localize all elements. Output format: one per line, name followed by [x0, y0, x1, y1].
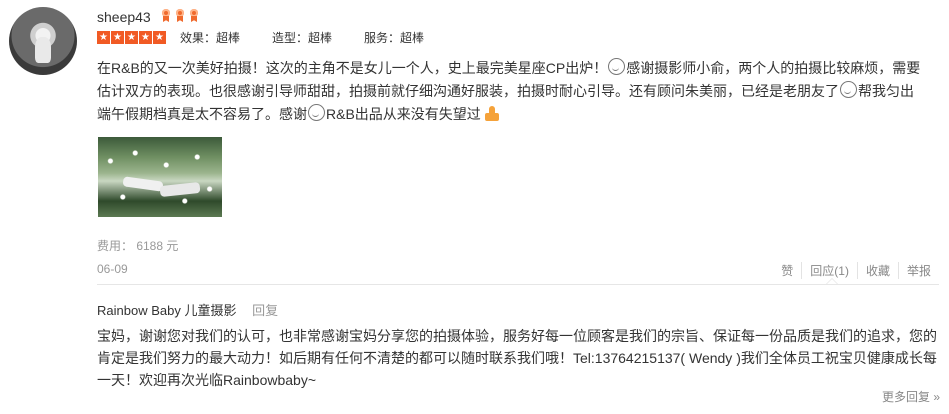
reply-button[interactable]: 回复 — [252, 303, 278, 318]
like-button[interactable]: 赞 — [773, 262, 801, 279]
review-text: 在R&B的又一次美好拍摄！这次的主角不是女儿一个人，史上最完美星座CP出炉！ 感谢… — [97, 57, 927, 126]
more-replies-link[interactable]: 更多回复 » — [882, 388, 940, 405]
score-effect: 效果：超棒 — [180, 30, 241, 45]
star-icon: ★ — [153, 30, 166, 44]
star-icon: ★ — [97, 30, 110, 44]
review-actions: 赞 回应(1) 收藏 举报 — [773, 262, 939, 279]
smile-emoji-icon — [608, 58, 626, 75]
medal-icon — [174, 9, 186, 23]
star-rating: ★ ★ ★ ★ ★ — [97, 30, 166, 44]
reply-text: 宝妈，谢谢您对我们的认可，也非常感谢宝妈分享您的拍摄体验，服务好每一位顾客是我们… — [97, 328, 937, 388]
medal-icon — [188, 9, 200, 23]
reply-author[interactable]: Rainbow Baby 儿童摄影 — [97, 303, 236, 318]
fee-label: 费用： 6188 元 — [97, 239, 179, 253]
user-avatar[interactable] — [9, 7, 77, 75]
review-text-part: R&B出品从来没有失望过 — [326, 106, 481, 122]
star-icon: ★ — [125, 30, 138, 44]
favorite-button[interactable]: 收藏 — [856, 262, 898, 279]
star-icon: ★ — [111, 30, 124, 44]
reply-header: Rainbow Baby 儿童摄影 回复 — [97, 300, 278, 319]
username[interactable]: sheep43 — [97, 9, 151, 25]
rating-row: ★ ★ ★ ★ ★ 效果：超棒 造型：超棒 服务：超棒 — [97, 30, 456, 45]
review-photo[interactable] — [98, 137, 222, 217]
score-styling: 造型：超棒 — [272, 30, 333, 45]
smile-emoji-icon — [840, 81, 857, 98]
review-text-part: 在R&B的又一次美好拍摄！这次的主角不是女儿一个人，史上最完美星座CP出炉！ — [97, 60, 608, 76]
star-icon: ★ — [139, 30, 152, 44]
thumbs-up-icon — [483, 106, 501, 122]
surprised-emoji-icon — [308, 104, 325, 121]
medal-icon — [160, 9, 172, 23]
report-button[interactable]: 举报 — [897, 262, 939, 279]
divider — [97, 284, 939, 285]
review-date: 06-09 — [97, 262, 128, 276]
member-medals — [160, 9, 200, 23]
photo-flowers — [98, 137, 222, 217]
reply-count-button[interactable]: 回应(1) — [801, 262, 857, 279]
score-service: 服务：超棒 — [364, 30, 425, 45]
